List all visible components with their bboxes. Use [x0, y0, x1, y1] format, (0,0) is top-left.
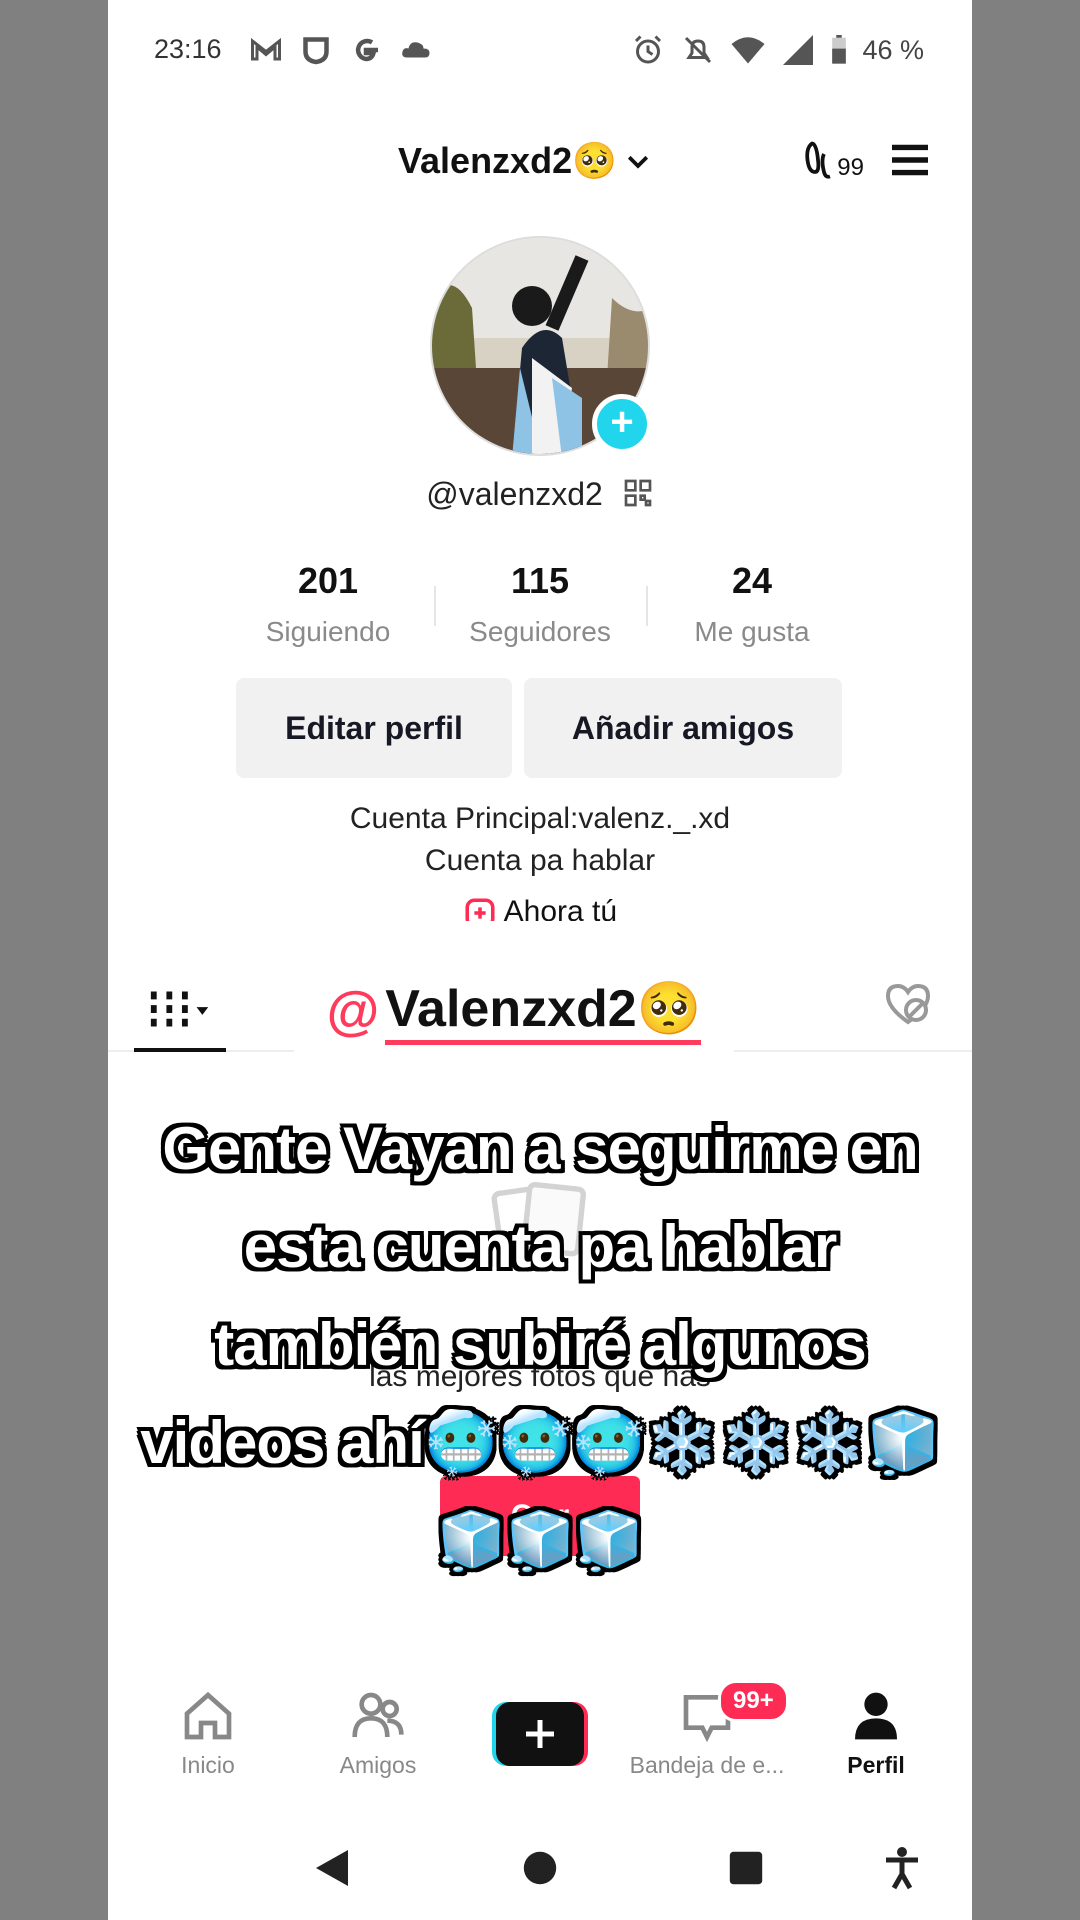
cloud-icon	[402, 42, 430, 58]
tab-videos[interactable]	[134, 966, 226, 1052]
phone-screen: 23:16 46 % Valenzxd2🥺 99 + @valenzxd2 20…	[108, 0, 972, 1920]
menu-icon[interactable]	[888, 142, 932, 178]
bio-line: Cuenta Principal:valenz._.xd	[349, 802, 731, 835]
nav-label: Inicio	[181, 1752, 235, 1778]
nav-label: Perfil	[847, 1752, 905, 1778]
profile-bio: Cuenta Principal:valenz._.xd Cuenta pa h…	[108, 798, 972, 882]
add-story-button[interactable]: +	[592, 394, 652, 454]
edit-profile-button[interactable]: Editar perfil	[236, 678, 512, 778]
mute-icon	[685, 36, 712, 64]
account-switcher[interactable]: Valenzxd2🥺	[398, 140, 653, 182]
username-sticker: @ Valenzxd2🥺	[294, 966, 734, 1056]
caption-line: esta cuenta pa hablar	[243, 1213, 838, 1280]
tab-liked[interactable]	[884, 982, 932, 1031]
add-friends-button[interactable]: Añadir amigos	[524, 678, 842, 778]
profile-header: Valenzxd2🥺 99	[108, 130, 972, 200]
caption-line: videos ahí🥶🥶🥶❄️❄️❄️🧊	[140, 1409, 940, 1476]
gmail-icon	[251, 37, 281, 61]
stat-likes[interactable]: 24 Me gusta	[646, 560, 858, 648]
status-bar: 23:16 46 %	[108, 0, 972, 100]
account-name: Valenzxd2🥺	[398, 140, 617, 181]
home-icon	[184, 1691, 232, 1740]
shield-icon	[303, 37, 329, 65]
chevron-down-icon	[627, 155, 648, 169]
nav-label: Amigos	[339, 1752, 417, 1778]
hidden-heart-icon	[885, 983, 931, 1025]
profile-stats: 201 Siguiendo 115 Seguidores 24 Me gusta	[108, 560, 972, 648]
footprint-icon	[805, 141, 831, 179]
nav-label: Bandeja de e...	[629, 1752, 785, 1778]
signal-icon	[783, 35, 814, 65]
wifi-icon	[731, 37, 765, 64]
header-actions: 99	[803, 138, 932, 182]
profile-icon	[855, 1692, 897, 1740]
profile-handle: @valenzxd2	[426, 476, 603, 512]
sticker-username: Valenzxd2🥺	[385, 978, 702, 1045]
nav-friends[interactable]: Amigos	[308, 1690, 448, 1779]
stat-value: 115	[510, 560, 570, 601]
now-you-link[interactable]: Ahora tú	[108, 895, 972, 921]
stat-label: Seguidores	[469, 616, 611, 647]
home-circle-icon[interactable]	[522, 1850, 558, 1886]
bio-line: Cuenta pa hablar	[424, 844, 656, 877]
stat-label: Me gusta	[694, 616, 810, 647]
nav-home[interactable]: Inicio	[138, 1690, 278, 1779]
add-photo-icon	[465, 898, 495, 921]
avatar-container[interactable]: +	[430, 236, 652, 456]
bottom-navigation: Inicio Amigos 99+ Bandeja de e... Perfil	[108, 1680, 972, 1800]
recents-icon[interactable]	[728, 1850, 764, 1886]
friends-icon	[352, 1692, 404, 1738]
nav-inbox[interactable]: 99+ Bandeja de e...	[626, 1680, 789, 1779]
system-navigation	[108, 1830, 972, 1920]
profile-handle-row: @valenzxd2	[108, 476, 972, 517]
notification-icons	[248, 32, 434, 68]
battery-icon	[832, 35, 847, 64]
qr-code-icon[interactable]	[622, 477, 654, 517]
footprints-button[interactable]: 99	[803, 138, 864, 182]
inbox-badge: 99+	[718, 1680, 789, 1722]
create-plus-icon	[492, 1702, 588, 1766]
status-right: 46 %	[630, 32, 924, 68]
create-button[interactable]	[492, 1702, 588, 1766]
stat-value: 201	[297, 560, 359, 601]
caption-line: también subiré algunos	[214, 1311, 866, 1378]
caption-line: 🧊🧊🧊	[436, 1509, 644, 1572]
caption-line: Gente Vayan a seguirme en	[162, 1115, 918, 1182]
stat-value: 24	[731, 560, 773, 601]
stat-following[interactable]: 201 Siguiendo	[222, 560, 434, 648]
status-time: 23:16	[154, 34, 222, 64]
stat-label: Siguiendo	[265, 616, 391, 647]
google-icon	[355, 38, 378, 62]
sticker-at: @	[326, 981, 380, 1041]
accessibility-icon[interactable]	[882, 1846, 922, 1890]
now-you-label: Ahora tú	[503, 895, 618, 921]
grid-icon	[150, 991, 209, 1031]
footprint-count: 99	[837, 154, 864, 181]
alarm-icon	[635, 35, 662, 64]
back-icon[interactable]	[312, 1846, 352, 1890]
battery-level: 46 %	[862, 34, 924, 65]
video-caption: Gente Vayan a seguirme en esta cuenta pa…	[108, 1100, 972, 1590]
nav-profile[interactable]: Perfil	[816, 1690, 936, 1779]
stat-followers[interactable]: 115 Seguidores	[434, 560, 646, 648]
